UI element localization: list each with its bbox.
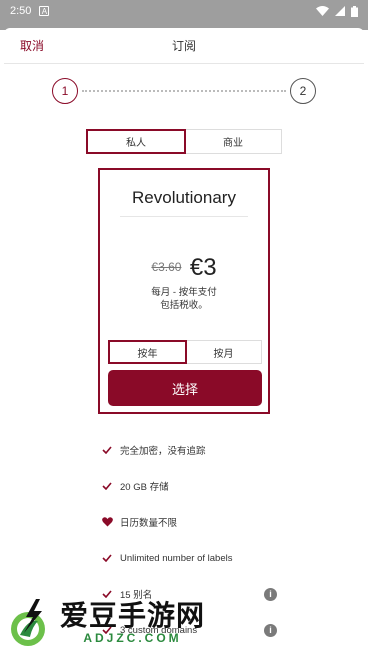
subscription-sheet: 取消 订阅 1 2 私人 商业 Revolutionary €3.60 €3 每… xyxy=(4,28,364,654)
period-line-2: 包括税收。 xyxy=(160,300,208,311)
step-2: 2 xyxy=(290,78,316,104)
price-row: €3.60 €3 xyxy=(100,254,268,282)
tab-personal[interactable]: 私人 xyxy=(86,129,186,154)
info-icon[interactable]: i xyxy=(264,623,277,637)
price-period: 每月 - 按年支付 包括税收。 xyxy=(100,286,268,312)
wifi-icon xyxy=(316,6,329,16)
status-bar: 2:50 A xyxy=(0,0,368,22)
tab-business[interactable]: 商业 xyxy=(185,130,281,153)
billing-cycle-toggle: 按年 按月 xyxy=(108,340,262,364)
watermark: 爱豆手游网 ADJZC.COM xyxy=(6,594,256,652)
account-type-toggle: 私人 商业 xyxy=(86,129,282,154)
watermark-text: 爱豆手游网 ADJZC.COM xyxy=(60,600,206,646)
check-icon xyxy=(100,482,114,490)
billing-yearly[interactable]: 按年 xyxy=(108,340,187,364)
check-icon xyxy=(100,446,114,454)
choose-button[interactable]: 选择 xyxy=(108,370,262,406)
watermark-title: 爱豆手游网 xyxy=(60,600,206,631)
feature-item: 完全加密，没有追踪 xyxy=(100,432,300,468)
status-icons xyxy=(316,5,358,17)
stepper-connector xyxy=(82,90,286,92)
feature-label: 完全加密，没有追踪 xyxy=(120,446,206,457)
feature-item: 20 GB 存储 xyxy=(100,468,300,504)
signal-icon xyxy=(335,6,345,16)
billing-monthly[interactable]: 按月 xyxy=(186,341,261,363)
watermark-url: ADJZC.COM xyxy=(83,631,182,645)
notification-a-icon: A xyxy=(39,6,50,16)
plan-name: Revolutionary xyxy=(120,188,248,217)
step-1: 1 xyxy=(52,78,78,104)
battery-icon xyxy=(351,5,358,17)
heart-icon xyxy=(100,517,114,527)
feature-label: 20 GB 存储 xyxy=(120,482,169,493)
feature-label: 日历数量不限 xyxy=(120,518,178,529)
check-icon xyxy=(100,554,114,562)
info-icon[interactable]: i xyxy=(264,587,277,601)
plan-card: Revolutionary €3.60 €3 每月 - 按年支付 包括税收。 按… xyxy=(98,168,270,414)
current-price: €3 xyxy=(189,254,217,281)
page-title: 订阅 xyxy=(171,39,196,53)
feature-item: 日历数量不限 xyxy=(100,504,300,540)
cancel-button[interactable]: 取消 xyxy=(20,37,44,54)
sheet-header: 取消 订阅 xyxy=(4,28,364,64)
watermark-logo-icon xyxy=(11,599,45,646)
feature-label: Unlimited number of labels xyxy=(120,552,233,564)
period-line-1: 每月 - 按年支付 xyxy=(151,287,217,298)
status-time: 2:50 xyxy=(10,5,32,17)
stepper: 1 2 xyxy=(52,78,316,104)
old-price: €3.60 xyxy=(151,260,182,274)
feature-item: Unlimited number of labels xyxy=(100,540,300,576)
